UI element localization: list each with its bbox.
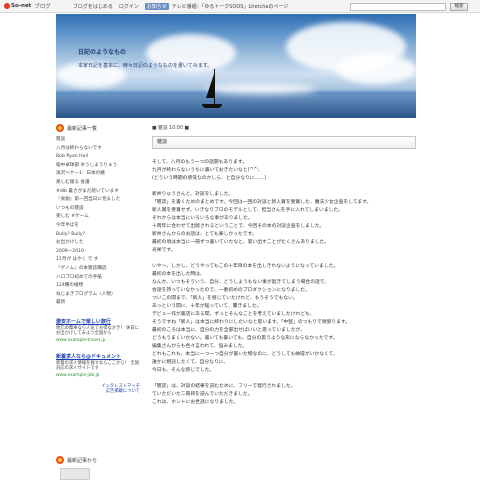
sidebar-item[interactable]: ハロプロ初めての手紙: [56, 274, 140, 283]
sidebar-item[interactable]: 2009ー2010: [56, 248, 140, 257]
body-line: 「雑誌」を書くためのまとめです。今回は一回の対談と新人賞を受賞した、魔法少女企画…: [152, 200, 372, 205]
entry-body: そして、八月のもう一つの話題もあります。 九月が終わらないうちに書いておきたいな…: [152, 159, 416, 407]
blog-header: 日記のようなもの 本家日記を基本に、時々日記のようなものを書いてみます。: [56, 14, 416, 118]
body-line: いや～、しかし、どうやってもこの十年目の本を出しきれないようになっていました。: [152, 264, 339, 269]
ad-text: 新着の求人情報を探すならここから！ 全国対応の求人サイトです: [56, 360, 140, 372]
body-line: (どういう時期の感覚なのかしら、と自分なりに……): [152, 176, 267, 181]
sidebar-item[interactable]: 雑談: [56, 136, 140, 145]
sidebar-item[interactable]: お出かけした: [56, 239, 140, 248]
body-line: 光栄です。: [152, 248, 176, 253]
brand-blog-label: ブログ: [34, 4, 51, 10]
sidebar-item[interactable]: 最新: [56, 299, 140, 308]
flower-icon: [56, 456, 64, 464]
body-line: 最初の本を出した時は、: [152, 272, 205, 277]
body-line: ついこの間まで、「新人」を感じていたけれど、もうそうでもない。: [152, 296, 298, 301]
body-line: なんか、いつもそういう、自分、どうしようもない事が起きてしまう場合の話で、: [152, 280, 330, 285]
sidebar-item[interactable]: 『食劇』第一回当日に見ました: [56, 196, 140, 205]
sidebar-item[interactable]: 『ゲノム』の本雑誌購読: [56, 265, 140, 274]
sidebar-item[interactable]: Bully? Bully?: [56, 231, 140, 240]
ad-url[interactable]: www.example-travel.jp: [56, 338, 140, 343]
sailboat-icon: [206, 74, 214, 98]
sea-image: [56, 94, 416, 118]
search-button[interactable]: 検索: [450, 3, 468, 11]
body-line: あっという間に、十年が経っていて、驚きました。: [152, 304, 262, 309]
ad-text: 地元の電車なら人気でお得なかき！ 休日にお出かけしてみよう全国から: [56, 325, 140, 337]
sidebar-item[interactable]: Bob Ryan Hall: [56, 153, 140, 162]
sidebar-item[interactable]: 滝沢ヘヤー1：日本の嬉: [56, 170, 140, 179]
login-link[interactable]: ログイン: [119, 3, 139, 10]
sidebar-ad: 激安ホームで楽しい旅行 地元の電車なら人気でお得なかき！ 休日にお出かけしてみよ…: [56, 318, 140, 343]
body-line: 最初のころは本当に、自分の力を全部出せばいいと思っていましたが、: [152, 328, 306, 333]
entry-title[interactable]: 雑談: [152, 136, 416, 149]
sonet-logo-icon: [4, 3, 10, 9]
body-line: これは、ホントにお世話になりました。: [152, 400, 239, 405]
sidebar-item[interactable]: 八月は終わらないです: [56, 145, 140, 154]
sidebar-item[interactable]: 稲中卓球部 ゆうしようりゅう: [56, 162, 140, 171]
ad-info-link[interactable]: 広告掲載について: [56, 389, 140, 394]
recent-posts-list: 雑談 八月は終わらないです Bob Ryan Hall 稲中卓球部 ゆうしようり…: [56, 136, 140, 308]
body-line: そうですね「新人」は本当に終わりにしたいなと思います。「中堅」のつもりで頑張りま…: [152, 320, 351, 325]
site-description: 本家日記を基本に、時々日記のようなものを書いてみます。: [78, 63, 213, 69]
body-line: それからは本当にいろいろな事がありました。: [152, 216, 253, 221]
body-line: 「雑誌」は、対談の結果を読むために、フリーで発行されました。: [152, 384, 296, 389]
author-heading: 最新記事から: [56, 456, 97, 464]
body-line: 新井りゅうさんと、対談をしました。: [152, 192, 234, 197]
sailboat-hull: [202, 104, 222, 108]
news-link[interactable]: テレビ番組：「ゆるトークSOOS」Lhetchaのページ: [172, 3, 289, 10]
entry-title-text: 雑談: [157, 139, 168, 145]
sidebar-item[interactable]: いつもの雑談: [56, 205, 140, 214]
news-badge: お知らせ: [144, 2, 169, 10]
start-blog-link[interactable]: ブログをはじめる: [73, 3, 113, 10]
ad-title-link[interactable]: 激安ホームで楽しい旅行: [56, 318, 140, 325]
sidebar-item[interactable]: 今年半ばを: [56, 222, 140, 231]
breadcrumb: ■ 雑談 10:00 ■: [152, 126, 190, 131]
brand-logo[interactable]: So-net ブログ: [4, 2, 51, 10]
sidebar-ad: 新着求人なら@ドキュメント 新着の求人情報を探すならここから！ 全国対応の求人サ…: [56, 353, 140, 378]
body-line: そして、八月のもう一つの話題もあります。: [152, 160, 247, 165]
body-line: デビュー作が書店にある間、ずっとそんなことを考えていましたけれども、: [152, 312, 315, 317]
body-line: 今日も、そんな感じでした。: [152, 368, 215, 373]
body-line: 誰かに相談したくて、自分なりに、: [152, 360, 229, 365]
main-content: ■ 雑談 10:00 ■ 雑談 そして、八月のもう一つの話題もあります。 九月が…: [152, 124, 416, 407]
body-line: どうもうまくいかない。書いても書いても、自分の思うような形にならなかったです。: [152, 336, 338, 341]
top-bar: So-net ブログ ブログをはじめる ログイン お知らせ テレビ番組：「ゆるト…: [0, 0, 480, 13]
body-line: 新井さんからのお話は、とても楽しかったです。: [152, 232, 257, 237]
ad-title-link[interactable]: 新着求人なら@ドキュメント: [56, 353, 140, 360]
sidebar-item[interactable]: #dlb 暑さがまだ続いています: [56, 188, 140, 197]
recent-posts-heading: 最新記事一覧: [56, 124, 140, 132]
site-title[interactable]: 日記のようなもの: [78, 47, 126, 56]
body-line: 最初の頃は本当に一冊ずつ書いていたなと、思い出すことがたくさんありました。: [152, 240, 330, 245]
sidebar-item[interactable]: 楽しむ #ゲーム: [56, 213, 140, 222]
avatar[interactable]: [60, 468, 90, 480]
sidebar-item[interactable]: 楽しむ寝る 会議: [56, 179, 140, 188]
body-line: 会話を持っていなかったので、一番初めのプロダクションになりました。: [152, 288, 310, 293]
cloud-image: [336, 54, 416, 84]
author-heading-title: 最新記事から: [67, 457, 98, 464]
sidebar-item[interactable]: ねじまきプログラム（人物）: [56, 291, 140, 300]
body-line: 新人賞を受賞せず、いきなりプロのモデルとして、担当さんを手に入れてしまいました。: [152, 208, 344, 213]
body-line: どれもこれも、本当に一つ一つ自分が書いた物なのに、どうしても納得がいかなくて、: [152, 352, 339, 357]
flower-icon: [56, 124, 64, 132]
sailboat-mast: [214, 69, 215, 107]
body-line: 十周年に合わせて出版されるということで、今回その本の対談企画をしました。: [152, 224, 325, 229]
sidebar-item[interactable]: 11月が はやく で す: [56, 256, 140, 265]
sun-reflection: [206, 84, 316, 94]
recent-posts-title: 最新記事一覧: [67, 125, 98, 132]
body-line: ていただいた二冊目を読んでいただきました。: [152, 392, 253, 397]
sidebar-item[interactable]: 124種の植物: [56, 282, 140, 291]
top-nav: ブログをはじめる ログイン お知らせ テレビ番組：「ゆるトークSOOS」Lhet…: [73, 2, 295, 10]
brand-name: So-net: [11, 3, 32, 9]
search-input[interactable]: [350, 3, 446, 11]
body-line: 九月が終わらないうちに書いておきたいなと(^^;: [152, 168, 260, 173]
ad-footer: インタレストマッチ 広告掲載について: [56, 384, 140, 394]
body-line: 編集さんからも色々言われて、悩みました。: [152, 344, 248, 349]
ad-url[interactable]: www.example-job.jp: [56, 373, 140, 378]
sidebar: 最新記事一覧 雑談 八月は終わらないです Bob Ryan Hall 稲中卓球部…: [56, 124, 140, 394]
